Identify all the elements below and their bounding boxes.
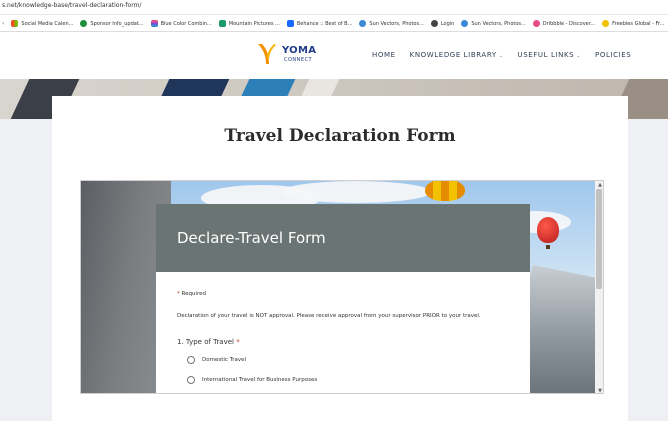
- question-type-of-travel: 1. Type of Travel *: [177, 338, 240, 346]
- bookmark-item[interactable]: Freebies Global - Fr...: [602, 20, 664, 27]
- radio-button[interactable]: [187, 376, 195, 384]
- sponsor-icon: [80, 20, 88, 27]
- scroll-down-icon[interactable]: ▼: [598, 388, 602, 393]
- cloud: [281, 181, 431, 203]
- behance-icon: [286, 20, 294, 27]
- required-note: * Required: [177, 291, 206, 297]
- page-title: Travel Declaration Form: [224, 126, 456, 146]
- chevron-down-icon: ⌄: [498, 53, 504, 59]
- declaration-text: Declaration of your travel is NOT approv…: [177, 313, 481, 319]
- url-text: s.net/knowledge-base/travel-declaration-…: [2, 2, 142, 9]
- hot-air-balloon-icon: [537, 217, 559, 243]
- bookmark-item[interactable]: Sun Vectors, Photos...: [359, 20, 424, 27]
- address-bar[interactable]: s.net/knowledge-base/travel-declaration-…: [0, 0, 668, 15]
- bookmark-item[interactable]: Dribbble - Discover...: [532, 20, 595, 27]
- nav-home[interactable]: HOME: [372, 51, 396, 59]
- bookmark-item[interactable]: Social Media Calen...: [11, 20, 73, 27]
- image-icon: [218, 20, 226, 27]
- embedded-form-frame[interactable]: Declare-Travel Form * Required Declarati…: [80, 180, 604, 394]
- bookmark-item[interactable]: Login: [430, 20, 454, 27]
- logo-brand-text: YOMA: [282, 45, 317, 56]
- sun-icon: [359, 20, 367, 27]
- chevron-down-icon: ⌄: [576, 53, 582, 59]
- sun-icon: [461, 20, 469, 27]
- bookmarks-bar: ‹ Social Media Calen... Sponsor Info_upd…: [0, 16, 668, 32]
- bookmarks-overflow-icon[interactable]: ‹: [2, 20, 4, 27]
- balloon-basket: [546, 245, 550, 249]
- nav-useful-links[interactable]: USEFUL LINKS ⌄: [518, 51, 582, 59]
- hot-air-balloon-icon: [425, 181, 465, 201]
- windows-logo-icon: [11, 20, 19, 27]
- option-domestic-travel[interactable]: Domestic Travel: [187, 356, 246, 364]
- frame-scrollbar[interactable]: ▲ ▼: [595, 181, 603, 393]
- bookmark-item[interactable]: Blue Color Combin...: [150, 20, 212, 27]
- radio-button[interactable]: [187, 356, 195, 364]
- logo-sub-text: CONNECT: [284, 57, 313, 63]
- bookmark-item[interactable]: Sun Vectors, Photos...: [461, 20, 526, 27]
- freebies-icon: [602, 20, 610, 27]
- option-international-business-travel[interactable]: International Travel for Business Purpos…: [187, 376, 317, 384]
- nav-knowledge-library[interactable]: KNOWLEDGE LIBRARY ⌄: [410, 51, 504, 59]
- bookmark-item[interactable]: Mountain Pictures ...: [218, 20, 280, 27]
- nav-policies[interactable]: POLICIES: [595, 51, 631, 59]
- form-header: Declare-Travel Form: [156, 204, 530, 272]
- required-star: *: [177, 291, 180, 297]
- bookmark-item[interactable]: Behance :: Best of B...: [286, 20, 352, 27]
- globe-icon: [430, 20, 438, 27]
- color-bars-icon: [150, 20, 158, 27]
- site-logo[interactable]: YOMA CONNECT: [256, 41, 326, 67]
- scroll-thumb[interactable]: [596, 189, 602, 289]
- form-body: * Required Declaration of your travel is…: [156, 272, 530, 393]
- form-title: Declare-Travel Form: [177, 229, 326, 247]
- dribbble-icon: [532, 20, 540, 27]
- scroll-up-icon[interactable]: ▲: [598, 182, 602, 188]
- bookmark-item[interactable]: Sponsor Info_updat...: [80, 20, 144, 27]
- logo-swoosh-icon: [258, 44, 276, 64]
- required-star: *: [236, 338, 240, 346]
- main-nav: HOME KNOWLEDGE LIBRARY ⌄ USEFUL LINKS ⌄ PO…: [372, 51, 631, 59]
